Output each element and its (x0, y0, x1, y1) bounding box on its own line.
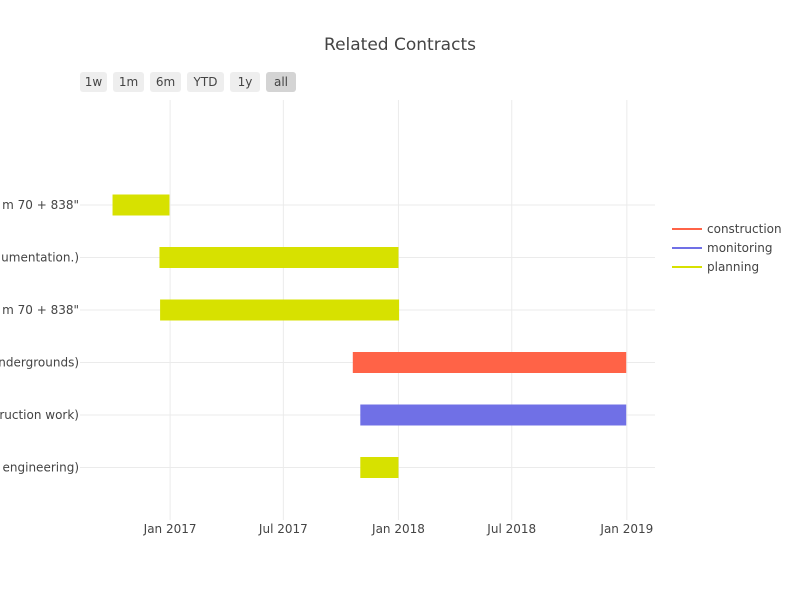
svg-text:6m: 6m (156, 75, 175, 89)
range-button-1m[interactable]: 1m (113, 72, 144, 92)
task-bar-planning[interactable] (112, 194, 170, 216)
task-bars (112, 194, 627, 478)
range-button-1y[interactable]: 1y (230, 72, 260, 92)
chart-title: Related Contracts (324, 35, 476, 55)
y-tick-label: ruction work) (0, 408, 79, 422)
y-tick-label: m 70 + 838" (2, 198, 79, 212)
svg-text:1y: 1y (238, 75, 253, 89)
y-tick-label: ndergrounds) (0, 356, 79, 370)
y-tick-label: engineering) (3, 461, 79, 475)
task-bar-monitoring[interactable] (360, 404, 627, 426)
svg-text:1m: 1m (119, 75, 138, 89)
range-button-1w[interactable]: 1w (80, 72, 107, 92)
gantt-chart: Related Contracts 1w 1m 6m YTD 1y all m 70 + … (0, 35, 782, 536)
x-tick-label: Jan 2017 (143, 522, 197, 536)
legend: construction monitoring planning (672, 222, 782, 274)
svg-text:all: all (274, 75, 288, 89)
y-tick-label: umentation.) (1, 251, 79, 265)
legend-label: planning (707, 260, 759, 274)
task-bar-construction[interactable] (352, 352, 627, 373)
legend-item-planning[interactable]: planning (672, 260, 759, 274)
legend-label: monitoring (707, 241, 773, 255)
x-tick-label: Jan 2018 (371, 522, 425, 536)
x-axis-labels: Jan 2017 Jul 2017 Jan 2018 Jul 2018 Jan 2019 (143, 522, 654, 536)
x-tick-label: Jul 2018 (486, 522, 536, 536)
task-bar-planning[interactable] (360, 457, 399, 478)
y-axis-labels: m 70 + 838" umentation.) m 70 + 838" ndergr… (0, 198, 79, 475)
x-tick-label: Jul 2017 (258, 522, 308, 536)
y-tick-label: m 70 + 838" (2, 303, 79, 317)
range-button-6m[interactable]: 6m (150, 72, 181, 92)
task-bar-planning[interactable] (160, 299, 400, 321)
legend-label: construction (707, 222, 782, 236)
x-tick-label: Jan 2019 (599, 522, 653, 536)
range-selector: 1w 1m 6m YTD 1y all (80, 72, 296, 92)
legend-item-monitoring[interactable]: monitoring (672, 241, 773, 255)
legend-item-construction[interactable]: construction (672, 222, 782, 236)
range-button-ytd[interactable]: YTD (187, 72, 224, 92)
svg-text:1w: 1w (85, 75, 103, 89)
svg-text:YTD: YTD (193, 75, 218, 89)
range-button-all[interactable]: all (266, 72, 296, 92)
task-bar-planning[interactable] (159, 247, 399, 268)
